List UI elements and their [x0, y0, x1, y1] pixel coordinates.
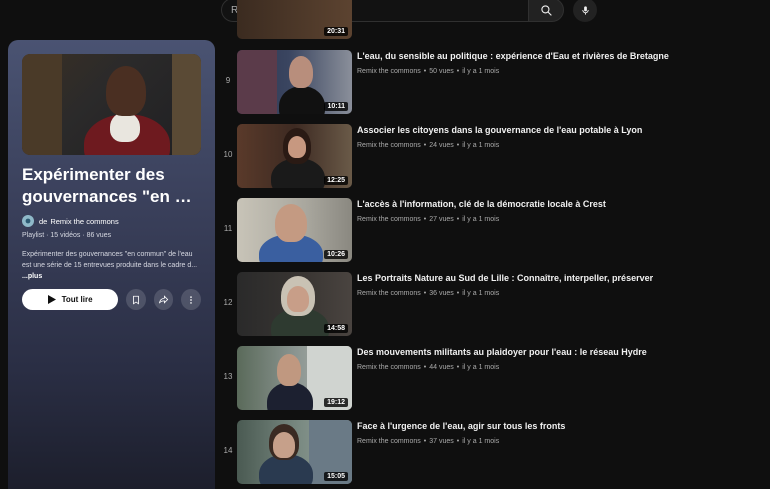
bookmark-icon — [133, 295, 139, 305]
video-index: 13 — [223, 372, 233, 381]
duration-badge: 12:25 — [324, 176, 348, 185]
playlist-panel: Expérimenter des gouvernances "en … de R… — [8, 40, 215, 489]
video-title[interactable]: L'eau, du sensible au politique : expéri… — [357, 51, 669, 61]
video-title[interactable]: Les Portraits Nature au Sud de Lille : C… — [357, 273, 653, 283]
duration-badge: 10:26 — [324, 250, 348, 259]
view-count: 37 vues — [429, 438, 454, 445]
channel-name[interactable]: Remix the commons — [357, 364, 421, 371]
list-item[interactable]: 10 12:25 Associer les citoyens dans la g… — [222, 124, 770, 188]
play-icon — [47, 295, 56, 304]
upload-age: il y a 1 mois — [462, 364, 500, 371]
playlist-title: Expérimenter des gouvernances "en … — [22, 165, 192, 206]
owner-name[interactable]: Remix the commons — [50, 217, 118, 226]
video-title[interactable]: Associer les citoyens dans la gouvernanc… — [357, 125, 642, 135]
upload-age: il y a 1 mois — [462, 216, 500, 223]
list-item[interactable]: 20:31 — [222, 0, 770, 39]
owner-prefix: de — [39, 216, 48, 226]
view-count: 24 vues — [429, 142, 454, 149]
more-actions-button[interactable] — [181, 289, 201, 310]
video-meta: Remix the commons • 37 vues • il y a 1 mois — [357, 438, 500, 445]
duration-badge: 14:58 — [324, 324, 348, 333]
channel-name[interactable]: Remix the commons — [357, 438, 421, 445]
video-meta: Remix the commons • 44 vues • il y a 1 mois — [357, 364, 500, 371]
avatar — [22, 215, 34, 227]
channel-name[interactable]: Remix the commons — [357, 216, 421, 223]
channel-name[interactable]: Remix the commons — [357, 142, 421, 149]
video-thumbnail[interactable]: 19:12 — [237, 346, 352, 410]
channel-logo-icon — [25, 218, 31, 224]
video-title[interactable]: Des mouvements militants au plaidoyer po… — [357, 347, 647, 357]
video-thumbnail[interactable]: 14:58 — [237, 272, 352, 336]
upload-age: il y a 1 mois — [462, 290, 500, 297]
playlist-cover[interactable] — [22, 54, 201, 155]
video-index: 9 — [225, 76, 231, 85]
list-item[interactable]: 12 14:58 Les Portraits Nature au Sud de … — [222, 272, 770, 336]
playlist-description-text: Expérimenter des gouvernances "en commun… — [22, 251, 198, 269]
view-count: 36 vues — [429, 290, 454, 297]
video-title[interactable]: Face à l'urgence de l'eau, agir sur tous… — [357, 421, 565, 431]
playlist-description[interactable]: Expérimenter des gouvernances "en commun… — [22, 249, 201, 282]
list-item[interactable]: 14 15:05 Face à l'urgence de l'eau, agir… — [222, 420, 770, 484]
play-all-label: Tout lire — [61, 295, 93, 304]
video-index: 12 — [223, 298, 233, 307]
video-title[interactable]: L'accès à l'information, clé de la démoc… — [357, 199, 606, 209]
video-meta: Remix the commons • 36 vues • il y a 1 mois — [357, 290, 500, 297]
video-index: 10 — [223, 150, 233, 159]
channel-name[interactable]: Remix the commons — [357, 290, 421, 297]
duration-badge: 10:11 — [324, 102, 348, 111]
share-button[interactable] — [153, 289, 174, 310]
video-meta: Remix the commons • 50 vues • il y a 1 mois — [357, 68, 500, 75]
share-icon — [159, 295, 169, 304]
video-meta: Remix the commons • 24 vues • il y a 1 mois — [357, 142, 500, 149]
video-thumbnail[interactable]: 10:26 — [237, 198, 352, 262]
duration-badge: 19:12 — [324, 398, 348, 407]
video-thumbnail[interactable]: 12:25 — [237, 124, 352, 188]
upload-age: il y a 1 mois — [462, 438, 500, 445]
playlist-owner[interactable]: de Remix the commons — [22, 215, 201, 227]
view-count: 44 vues — [429, 364, 454, 371]
list-item[interactable]: 13 19:12 Des mouvements militants au pla… — [222, 346, 770, 410]
playlist-actions: Tout lire — [22, 289, 201, 310]
save-playlist-button[interactable] — [126, 289, 146, 310]
video-thumbnail[interactable]: 20:31 — [237, 0, 352, 39]
play-all-button[interactable]: Tout lire — [22, 289, 119, 310]
video-meta: Remix the commons • 27 vues • il y a 1 mois — [357, 216, 500, 223]
view-count: 50 vues — [429, 68, 454, 75]
list-item[interactable]: 11 10:26 L'accès à l'information, clé de… — [222, 198, 770, 262]
channel-name[interactable]: Remix the commons — [357, 68, 421, 75]
view-count: 27 vues — [429, 216, 454, 223]
playlist-meta: Playlist · 15 vidéos · 86 vues — [22, 232, 112, 239]
more-link[interactable]: ...plus — [22, 273, 42, 280]
more-vertical-icon — [190, 295, 193, 304]
video-index: 14 — [223, 446, 233, 455]
list-item[interactable]: 9 10:11 L'eau, du sensible au politique … — [222, 50, 770, 114]
video-thumbnail[interactable]: 10:11 — [237, 50, 352, 114]
duration-badge: 20:31 — [324, 27, 348, 36]
video-index: 11 — [223, 224, 233, 233]
duration-badge: 15:05 — [324, 472, 348, 481]
upload-age: il y a 1 mois — [462, 142, 500, 149]
video-thumbnail[interactable]: 15:05 — [237, 420, 352, 484]
upload-age: il y a 1 mois — [462, 68, 500, 75]
